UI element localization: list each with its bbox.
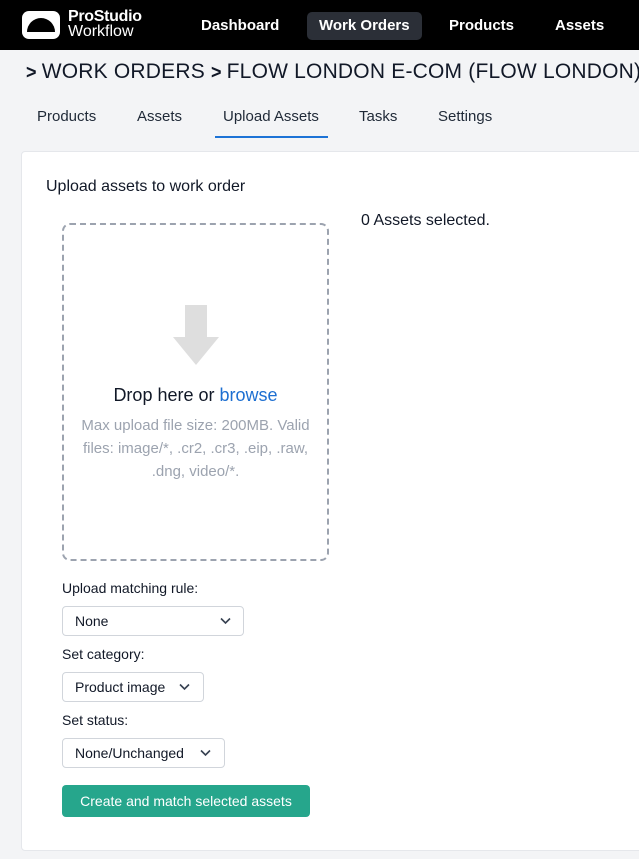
nav-work-orders[interactable]: Work Orders <box>307 12 422 40</box>
upload-hint: Max upload file size: 200MB. Valid files… <box>81 417 310 480</box>
browse-link[interactable]: browse <box>220 385 278 405</box>
top-nav-bar: ProStudio Workflow Dashboard Work Orders… <box>0 0 639 50</box>
chevron-down-icon <box>200 749 211 757</box>
matching-rule-value: None <box>75 613 109 629</box>
logo-text-secondary: Workflow <box>68 23 134 40</box>
chevron-right-icon: > <box>26 60 37 83</box>
nav-products[interactable]: Products <box>437 12 526 40</box>
tab-tasks[interactable]: Tasks <box>359 108 397 138</box>
breadcrumb-work-orders[interactable]: WORK ORDERS <box>42 60 205 83</box>
nav-dashboard[interactable]: Dashboard <box>189 12 291 40</box>
nav-assets[interactable]: Assets <box>543 12 616 40</box>
breadcrumb-current-order: FLOW LONDON E-COM (FLOW LONDON) <box>226 60 639 83</box>
status-select[interactable]: None/Unchanged <box>62 738 225 768</box>
chevron-down-icon <box>179 683 190 691</box>
status-value: None/Unchanged <box>75 745 184 761</box>
tab-settings[interactable]: Settings <box>438 108 492 138</box>
category-label: Set category: <box>62 646 145 662</box>
arrow-down-icon <box>173 305 219 365</box>
category-value: Product image <box>75 679 166 695</box>
breadcrumb: > WORK ORDERS > FLOW LONDON E-COM (FLOW LON… <box>26 60 639 86</box>
status-label: Set status: <box>62 712 129 728</box>
create-and-match-button[interactable]: Create and match selected assets <box>62 785 310 817</box>
matching-rule-label: Upload matching rule: <box>62 580 199 596</box>
card-title: Upload assets to work order <box>46 178 246 195</box>
category-select[interactable]: Product image <box>62 672 204 702</box>
app-logo[interactable]: ProStudio Workflow <box>21 8 161 41</box>
chevron-down-icon <box>220 617 231 625</box>
drop-text: Drop here or <box>113 385 215 405</box>
selected-assets-count: 0 Assets selected. <box>361 212 490 229</box>
chevron-right-icon: > <box>210 60 222 83</box>
tab-assets[interactable]: Assets <box>137 108 182 138</box>
drop-instruction: Drop here or browse <box>62 385 329 406</box>
matching-rule-select[interactable]: None <box>62 606 244 636</box>
tab-products[interactable]: Products <box>37 108 96 138</box>
logo-icon <box>22 11 60 39</box>
tab-upload-assets[interactable]: Upload Assets <box>215 108 328 138</box>
